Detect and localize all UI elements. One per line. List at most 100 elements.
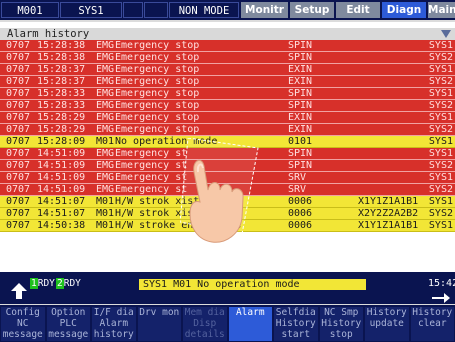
alarm-system: SYS1	[428, 196, 453, 207]
right-arrow-icon[interactable]	[432, 293, 450, 303]
alarm-code: SPIN	[288, 88, 313, 99]
function-key-1[interactable]: Config NC message	[1, 307, 45, 341]
alarm-message: Emergency st	[115, 148, 188, 159]
function-key-label: Selfdia	[275, 307, 316, 318]
alarm-system: SYS2	[428, 124, 453, 135]
function-key-label: History	[366, 307, 407, 318]
alarm-type: M01	[96, 136, 115, 147]
alarm-history-row[interactable]: 0707 15:28:33 EMG Emergency stop SPIN SYS2	[0, 100, 455, 112]
scroll-down-icon[interactable]	[441, 30, 451, 38]
alarm-time: 15:28:09	[37, 136, 86, 147]
alarm-date: 0707	[6, 112, 31, 123]
rdy-label-2: RDY	[63, 278, 81, 289]
touch-hand-icon	[180, 138, 259, 243]
alarm-date: 0707	[6, 136, 31, 147]
alarm-history-row[interactable]: 0707 15:28:29 EMG Emergency stop EXIN SYS1	[0, 112, 455, 124]
alarm-time: 15:28:33	[37, 88, 86, 99]
function-key-label: update	[369, 318, 404, 329]
alarm-type: M01	[96, 220, 115, 231]
alarm-message: Emergency st	[115, 160, 188, 171]
function-key-label: Config	[5, 307, 40, 318]
alarm-date: 0707	[6, 184, 31, 195]
alarm-time: 14:51:09	[37, 160, 86, 171]
alarm-date: 0707	[6, 76, 31, 87]
alarm-code: SRV	[288, 172, 307, 183]
alarm-time: 15:28:37	[37, 64, 86, 75]
alarm-type: EMG	[96, 88, 115, 99]
alarm-message: Emergency stop	[115, 52, 200, 63]
function-key-4[interactable]: Drv mon	[137, 307, 181, 341]
alarm-history-row[interactable]: 0707 15:28:29 EMG Emergency stop EXIN SYS2	[0, 124, 455, 136]
alarm-code: 0101	[288, 136, 313, 147]
alarm-code: 0006	[288, 208, 313, 219]
alarm-history-row[interactable]: 0707 15:28:37 EMG Emergency stop EXIN SYS2	[0, 76, 455, 88]
alarm-time: 15:28:29	[37, 112, 86, 123]
alarm-date: 0707	[6, 172, 31, 183]
function-key-10[interactable]: History clear	[410, 307, 454, 341]
rdy-number-2: 2	[56, 278, 64, 289]
alarm-type: EMG	[96, 76, 115, 87]
alarm-history-row[interactable]: 0707 15:28:33 EMG Emergency stop SPIN SYS1	[0, 88, 455, 100]
function-key-label: PLC	[59, 318, 77, 329]
function-key-3[interactable]: I/F dia Alarm history	[92, 307, 136, 341]
function-key-label: Alarm	[235, 307, 265, 318]
function-key-8[interactable]: NC Smp History stop	[319, 307, 363, 341]
tab-mainte[interactable]: Mainte	[428, 2, 455, 18]
alarm-type: EMG	[96, 64, 115, 75]
alarm-date: 0707	[6, 124, 31, 135]
alarm-time: 15:28:37	[37, 76, 86, 87]
clock: 15:42	[428, 278, 455, 289]
function-key-9[interactable]: History update	[365, 307, 409, 341]
tab-edit[interactable]: Edit	[336, 2, 380, 18]
alarm-message: Emergency stop	[115, 88, 200, 99]
alarm-time: 14:51:07	[37, 196, 86, 207]
alarm-code: SPIN	[288, 40, 313, 51]
alarm-type: EMG	[96, 124, 115, 135]
alarm-type: EMG	[96, 148, 115, 159]
alarm-date: 0707	[6, 196, 31, 207]
alarm-time: 15:28:29	[37, 124, 86, 135]
tab-monitr[interactable]: Monitr	[241, 2, 288, 18]
alarm-type: EMG	[96, 112, 115, 123]
up-arrow-icon[interactable]	[8, 282, 30, 300]
function-key-label: History	[321, 318, 362, 329]
alarm-date: 0707	[6, 208, 31, 219]
alarm-system: SYS1	[428, 64, 453, 75]
rdy-label-1: RDY	[37, 278, 55, 289]
function-key-2[interactable]: Option PLC message	[46, 307, 90, 341]
tab-diagn[interactable]: Diagn	[382, 2, 426, 18]
function-key-6[interactable]: Alarm	[228, 307, 272, 341]
alarm-code: SPIN	[288, 148, 313, 159]
function-key-label: Alarm	[99, 318, 129, 329]
alarm-message: Emergency stop	[115, 64, 200, 75]
alarm-type: EMG	[96, 172, 115, 183]
alarm-date: 0707	[6, 220, 31, 231]
alarm-message: Emergency st	[115, 172, 188, 183]
function-key-label: stop	[329, 329, 353, 340]
function-key-label: message	[48, 329, 89, 340]
status-slot-1	[123, 2, 143, 18]
alarm-code: EXIN	[288, 76, 313, 87]
alarm-history-row[interactable]: 0707 15:28:38 EMG Emergency stop SPIN SYS2	[0, 52, 455, 64]
alarm-date: 0707	[6, 100, 31, 111]
function-key-label: message	[2, 329, 43, 340]
alarm-time: 14:51:09	[37, 148, 86, 159]
alarm-system: SYS1	[428, 112, 453, 123]
alarm-code: EXIN	[288, 112, 313, 123]
alarm-code: SPIN	[288, 160, 313, 171]
function-key-7[interactable]: Selfdia History start	[274, 307, 318, 341]
alarm-history-row[interactable]: 0707 15:28:37 EMG Emergency stop EXIN SYS1	[0, 64, 455, 76]
alarm-code: EXIN	[288, 124, 313, 135]
function-key-label: History	[412, 307, 453, 318]
system-message: SYS1 M01 No operation mode	[139, 279, 366, 290]
tab-setup[interactable]: Setup	[290, 2, 334, 18]
function-key-5[interactable]: Mem dia Disp details	[183, 307, 227, 341]
alarm-code: SRV	[288, 184, 307, 195]
alarm-system: SYS1	[428, 40, 453, 51]
alarm-system: SYS2	[428, 52, 453, 63]
alarm-message: Emergency stop	[115, 100, 200, 111]
alarm-history-row[interactable]: 0707 15:28:38 EMG Emergency stop SPIN SYS1	[0, 40, 455, 52]
alarm-system: SYS2	[428, 160, 453, 171]
alarm-date: 0707	[6, 52, 31, 63]
alarm-time: 14:51:09	[37, 172, 86, 183]
